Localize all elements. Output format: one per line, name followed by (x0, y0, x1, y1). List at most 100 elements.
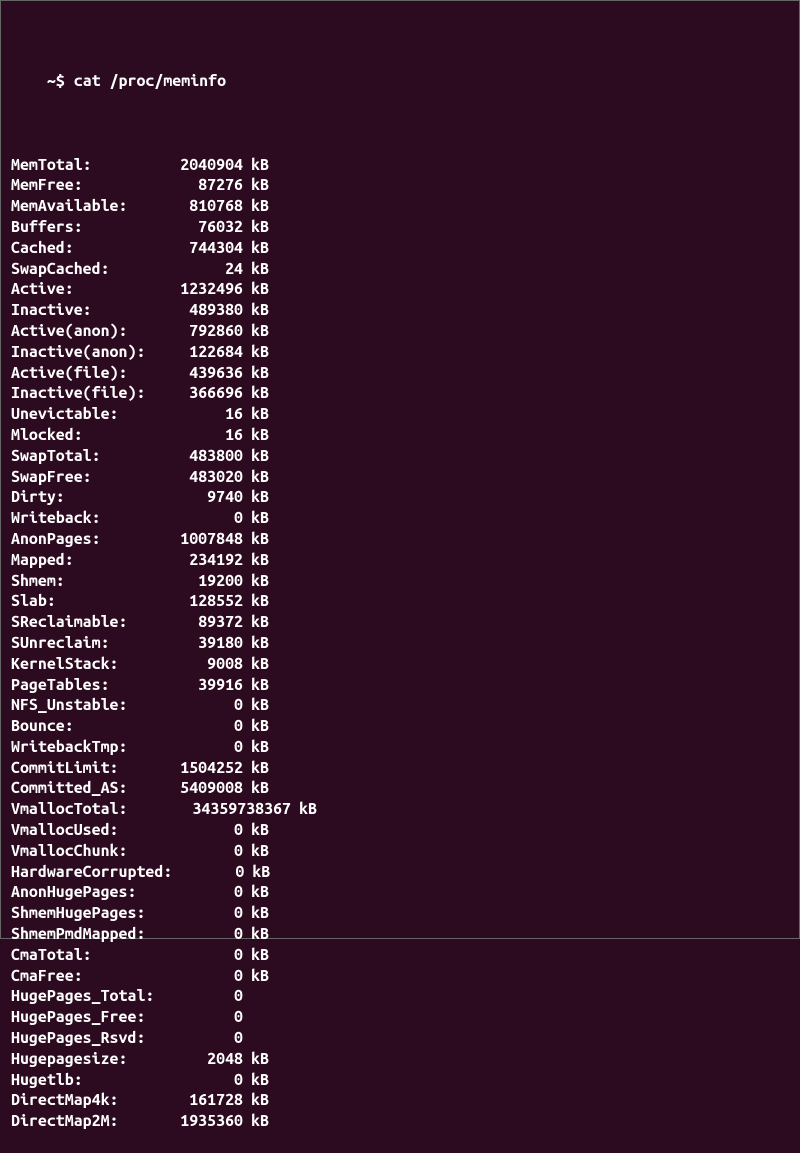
meminfo-row: AnonHugePages:0kB (11, 882, 789, 903)
meminfo-label: Active(file): (11, 363, 171, 384)
meminfo-unit: kB (243, 841, 269, 862)
meminfo-unit: kB (291, 799, 317, 820)
meminfo-label: CmaFree: (11, 966, 171, 987)
command-text: cat /proc/meminfo (74, 72, 226, 90)
meminfo-value: 87276 (171, 175, 243, 196)
meminfo-unit: kB (243, 446, 269, 467)
meminfo-row: KernelStack:9008kB (11, 654, 789, 675)
meminfo-unit: kB (243, 1070, 269, 1091)
meminfo-label: Mapped: (11, 550, 171, 571)
meminfo-unit: kB (243, 342, 269, 363)
meminfo-row: SwapCached:24kB (11, 259, 789, 280)
meminfo-value: 0 (171, 1007, 243, 1028)
meminfo-row: CommitLimit:1504252kB (11, 758, 789, 779)
meminfo-label: SwapFree: (11, 467, 171, 488)
meminfo-unit: kB (243, 383, 269, 404)
meminfo-value: 0 (171, 1028, 243, 1049)
meminfo-row: Mapped:234192kB (11, 550, 789, 571)
meminfo-row: CmaTotal:0kB (11, 945, 789, 966)
meminfo-value: 0 (171, 820, 243, 841)
meminfo-row: HugePages_Rsvd:0 (11, 1028, 789, 1049)
meminfo-label: Cached: (11, 238, 171, 259)
meminfo-value: 0 (171, 966, 243, 987)
meminfo-row: CmaFree:0kB (11, 966, 789, 987)
meminfo-row: VmallocUsed:0kB (11, 820, 789, 841)
meminfo-unit: kB (243, 924, 269, 945)
meminfo-unit: kB (243, 300, 269, 321)
terminal-output[interactable]: ~$ cat /proc/meminfo MemTotal:2040904kBM… (11, 9, 789, 1153)
meminfo-row: SwapFree:483020kB (11, 467, 789, 488)
meminfo-value: 1007848 (171, 529, 243, 550)
meminfo-unit: kB (243, 716, 269, 737)
meminfo-unit: kB (243, 903, 269, 924)
meminfo-unit: kB (243, 966, 269, 987)
meminfo-row: VmallocChunk:0kB (11, 841, 789, 862)
meminfo-value: 0 (171, 903, 243, 924)
meminfo-row: NFS_Unstable:0kB (11, 695, 789, 716)
meminfo-value: 161728 (171, 1090, 243, 1111)
meminfo-row: Active(file):439636kB (11, 363, 789, 384)
meminfo-label: VmallocTotal: (11, 799, 171, 820)
meminfo-row: Dirty:9740kB (11, 487, 789, 508)
meminfo-label: MemFree: (11, 175, 171, 196)
meminfo-row: Shmem:19200kB (11, 571, 789, 592)
meminfo-label: MemAvailable: (11, 196, 171, 217)
meminfo-value: 0 (171, 737, 243, 758)
meminfo-value: 76032 (171, 217, 243, 238)
meminfo-value: 483800 (171, 446, 243, 467)
meminfo-value: 16 (171, 404, 243, 425)
meminfo-label: HugePages_Total: (11, 986, 171, 1007)
meminfo-label: CommitLimit: (11, 758, 171, 779)
meminfo-label: DirectMap2M: (11, 1111, 171, 1132)
meminfo-unit: kB (243, 882, 269, 903)
meminfo-unit: kB (243, 758, 269, 779)
meminfo-row: Slab:128552kB (11, 591, 789, 612)
meminfo-row: Active(anon):792860kB (11, 321, 789, 342)
meminfo-value: 489380 (171, 300, 243, 321)
meminfo-unit: kB (243, 238, 269, 259)
meminfo-unit: kB (243, 778, 269, 799)
meminfo-row: Inactive(file):366696kB (11, 383, 789, 404)
meminfo-unit: kB (243, 612, 269, 633)
meminfo-row: VmallocTotal:34359738367kB (11, 799, 789, 820)
meminfo-label: Inactive(file): (11, 383, 171, 404)
meminfo-label: Hugetlb: (11, 1070, 171, 1091)
meminfo-label: AnonPages: (11, 529, 171, 550)
meminfo-value: 122684 (171, 342, 243, 363)
meminfo-output: MemTotal:2040904kBMemFree:87276kBMemAvai… (11, 155, 789, 1132)
meminfo-label: Mlocked: (11, 425, 171, 446)
meminfo-row: Mlocked:16kB (11, 425, 789, 446)
meminfo-label: Committed_AS: (11, 778, 171, 799)
meminfo-label: SReclaimable: (11, 612, 171, 633)
meminfo-unit: kB (243, 196, 269, 217)
meminfo-row: ShmemHugePages:0kB (11, 903, 789, 924)
meminfo-unit: kB (243, 945, 269, 966)
meminfo-label: CmaTotal: (11, 945, 171, 966)
meminfo-unit: kB (243, 363, 269, 384)
shell-prompt: ~$ (47, 72, 65, 90)
meminfo-value: 128552 (171, 591, 243, 612)
meminfo-row: Cached:744304kB (11, 238, 789, 259)
meminfo-row: Unevictable:16kB (11, 404, 789, 425)
meminfo-value: 0 (171, 1070, 243, 1091)
meminfo-row: PageTables:39916kB (11, 675, 789, 696)
meminfo-value: 0 (171, 716, 243, 737)
meminfo-value: 234192 (171, 550, 243, 571)
meminfo-label: DirectMap4k: (11, 1090, 171, 1111)
meminfo-value: 1232496 (171, 279, 243, 300)
meminfo-unit: kB (243, 529, 269, 550)
meminfo-value: 439636 (171, 363, 243, 384)
meminfo-label: KernelStack: (11, 654, 171, 675)
meminfo-value: 1504252 (171, 758, 243, 779)
meminfo-label: Writeback: (11, 508, 171, 529)
meminfo-label: VmallocChunk: (11, 841, 171, 862)
meminfo-row: DirectMap2M:1935360kB (11, 1111, 789, 1132)
meminfo-unit: kB (243, 1049, 269, 1070)
meminfo-value: 744304 (171, 238, 243, 259)
meminfo-label: VmallocUsed: (11, 820, 171, 841)
meminfo-value: 0 (171, 924, 243, 945)
meminfo-row: Writeback:0kB (11, 508, 789, 529)
meminfo-unit: kB (243, 175, 269, 196)
meminfo-value: 24 (171, 259, 243, 280)
meminfo-unit: kB (243, 550, 269, 571)
